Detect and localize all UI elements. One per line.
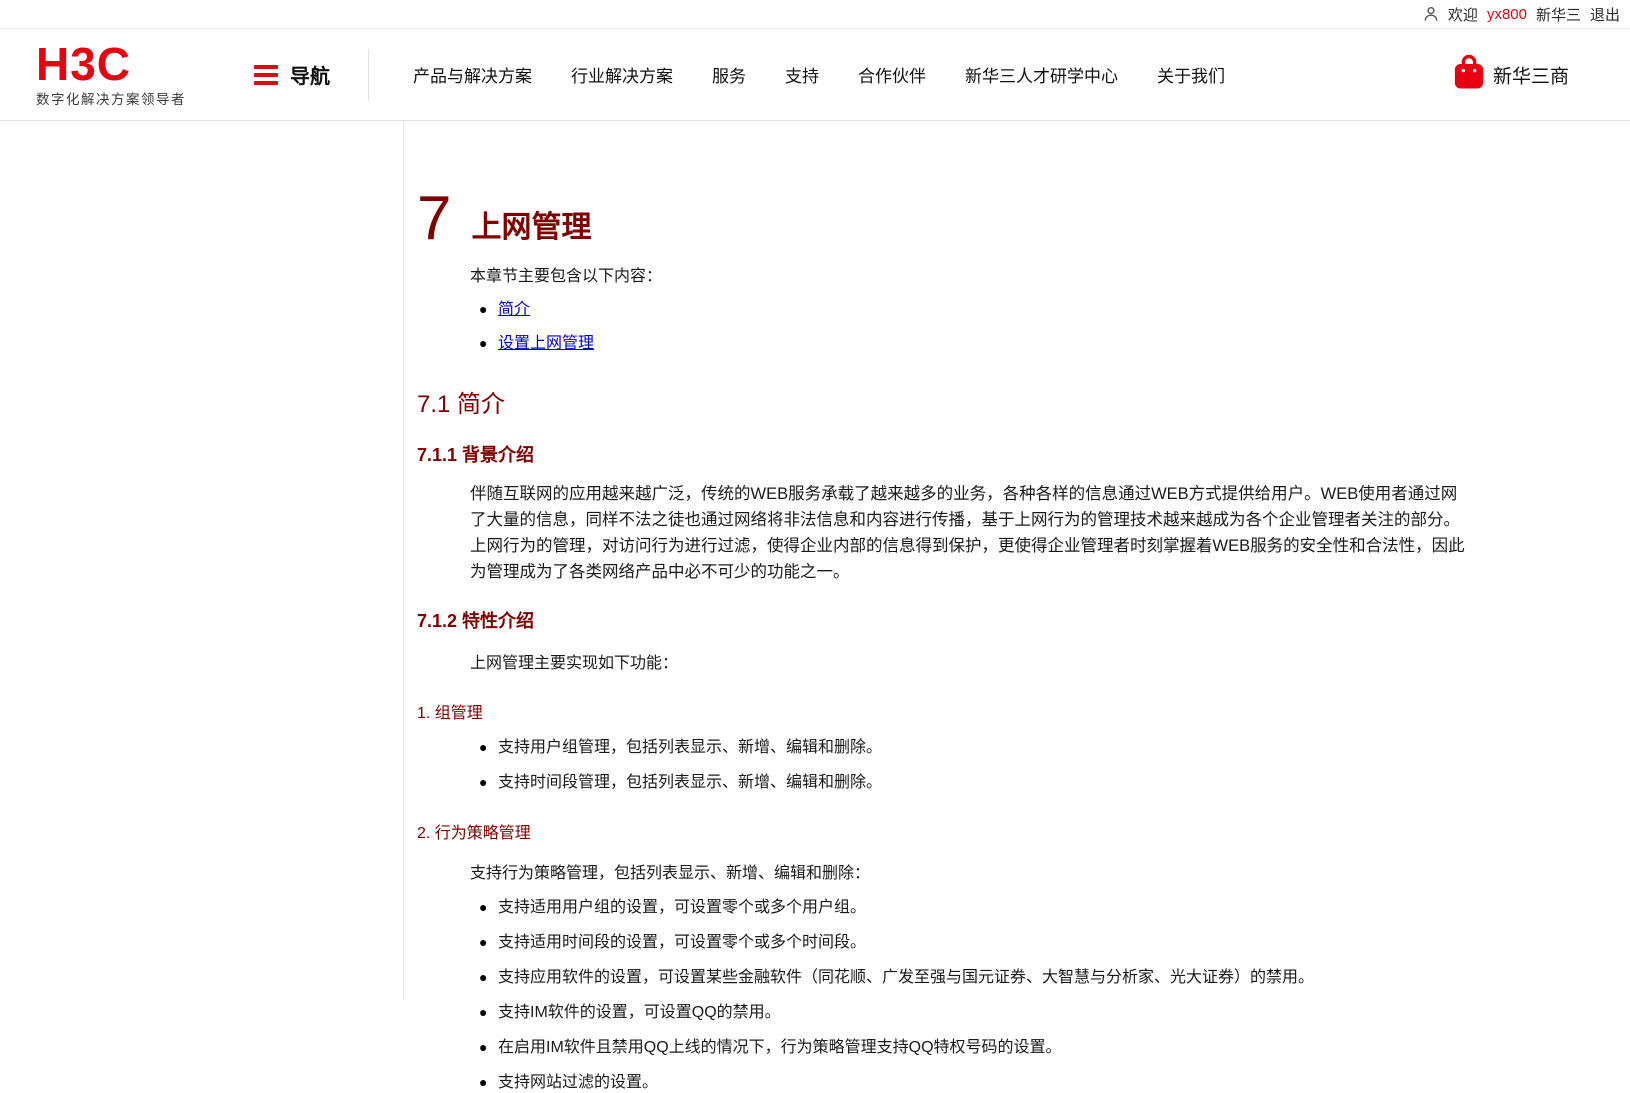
nav-item-products[interactable]: 产品与解决方案 <box>413 62 532 87</box>
store-button[interactable]: 新华三商 <box>1453 54 1569 95</box>
nav-item-industry[interactable]: 行业解决方案 <box>571 62 673 87</box>
list-item: ● 支持IM软件的设置，可设置QQ的禁用。 <box>470 1002 1630 1023</box>
topbar: 欢迎 yx800 新华三 退出 <box>0 0 1630 29</box>
header-divider <box>368 48 369 101</box>
nav-toggle-button[interactable]: 导航 <box>254 60 330 89</box>
list-item: ● 设置上网管理 <box>470 333 1630 354</box>
hamburger-icon <box>254 64 278 85</box>
policy-mgmt-heading: 2. 行为策略管理 <box>417 825 531 842</box>
chapter-number: 7 <box>417 184 452 253</box>
list-item-text: 支持应用软件的设置，可设置某些金融软件（同花顺、广发至强与国元证券、大智慧与分析… <box>498 969 1315 986</box>
list-item: ● 简介 <box>470 299 1630 320</box>
chapter-intro: 本章节主要包含以下内容： <box>470 268 663 285</box>
nav-item-talent-academy[interactable]: 新华三人才研学中心 <box>965 62 1118 87</box>
logo-tagline: 数字化解决方案领导者 <box>36 91 186 107</box>
paragraph-line: 伴随互联网的应用越来越广泛，传统的WEB服务承载了越来越多的业务，各种各样的信息… <box>470 485 1458 503</box>
chapter-title: 上网管理 <box>471 211 592 244</box>
section-7-1-1-heading: 7.1.1 背景介绍 <box>417 445 535 465</box>
nav-item-partners[interactable]: 合作伙伴 <box>858 62 926 87</box>
nav-item-about[interactable]: 关于我们 <box>1157 62 1225 87</box>
bullet-icon: ● <box>479 1074 488 1090</box>
bullet-icon: ● <box>479 899 488 915</box>
list-item: ● 支持用户组管理，包括列表显示、新增、编辑和删除。 <box>470 737 1630 758</box>
list-item-text: 支持适用时间段的设置，可设置零个或多个时间段。 <box>498 934 867 951</box>
nav-item-services[interactable]: 服务 <box>712 62 746 87</box>
doc-sidebar <box>0 121 404 999</box>
section-7-1-heading: 7.1 简介 <box>417 391 506 418</box>
header: H3C 数字化解决方案领导者 导航 产品与解决方案 行业解决方案 服务 支持 合… <box>0 29 1630 121</box>
doc-content: 7 上网管理 本章节主要包含以下内容： ● 简介 ● 设置上网管理 7.1 简介… <box>404 121 1630 1092</box>
h3c-logo[interactable]: H3C 数字化解决方案领导者 <box>36 37 186 108</box>
list-item-text: 支持时间段管理，包括列表显示、新增、编辑和删除。 <box>498 774 883 791</box>
group-mgmt-heading: 1. 组管理 <box>417 705 483 722</box>
list-item: ● 支持应用软件的设置，可设置某些金融软件（同花顺、广发至强与国元证券、大智慧与… <box>470 967 1630 988</box>
list-item-text: 支持网站过滤的设置。 <box>498 1074 659 1091</box>
bullet-icon: ● <box>479 969 488 985</box>
logout-link[interactable]: 退出 <box>1590 4 1620 25</box>
section-7-1-2-heading: 7.1.2 特性介绍 <box>417 611 535 631</box>
toc-link-settings[interactable]: 设置上网管理 <box>498 333 594 354</box>
bullet-icon: ● <box>479 774 488 790</box>
bullet-icon: ● <box>479 335 488 351</box>
shopping-bag-icon <box>1453 54 1485 95</box>
username: yx800 <box>1486 5 1527 23</box>
list-item: ● 支持适用时间段的设置，可设置零个或多个时间段。 <box>470 932 1630 953</box>
main-area: 7 上网管理 本章节主要包含以下内容： ● 简介 ● 设置上网管理 7.1 简介… <box>0 121 1630 1092</box>
group-mgmt-list: ● 支持用户组管理，包括列表显示、新增、编辑和删除。 ● 支持时间段管理，包括列… <box>470 737 1630 793</box>
chapter-heading: 7 上网管理 <box>417 184 1630 253</box>
bullet-icon: ● <box>479 1039 488 1055</box>
list-item-text: 支持用户组管理，包括列表显示、新增、编辑和删除。 <box>498 739 883 756</box>
list-item: ● 支持适用用户组的设置，可设置零个或多个用户组。 <box>470 897 1630 918</box>
bullet-icon: ● <box>479 301 488 317</box>
paragraph-line: 上网行为的管理，对访问行为进行过滤，使得企业内部的信息得到保护，更使得企业管理者… <box>470 537 1465 555</box>
main-nav: 产品与解决方案 行业解决方案 服务 支持 合作伙伴 新华三人才研学中心 关于我们 <box>413 62 1225 87</box>
welcome-label: 欢迎 <box>1447 6 1478 24</box>
features-intro: 上网管理主要实现如下功能： <box>470 655 679 672</box>
bullet-icon: ● <box>479 934 488 950</box>
list-item-text: 支持适用用户组的设置，可设置零个或多个用户组。 <box>498 899 867 916</box>
toc-link-intro[interactable]: 简介 <box>498 299 530 320</box>
paragraph-line: 为管理成为了各类网络产品中必不可少的功能之一。 <box>470 563 850 581</box>
company-link[interactable]: 新华三 <box>1536 4 1581 25</box>
list-item: ● 在启用IM软件且禁用QQ上线的情况下，行为策略管理支持QQ特权号码的设置。 <box>470 1037 1630 1058</box>
bullet-icon: ● <box>479 1004 488 1020</box>
policy-mgmt-intro: 支持行为策略管理，包括列表显示、新增、编辑和删除： <box>470 865 871 882</box>
policy-mgmt-list: ● 支持适用用户组的设置，可设置零个或多个用户组。 ● 支持适用时间段的设置，可… <box>470 897 1630 1093</box>
paragraph-line: 了大量的信息，同样不法之徒也通过网络将非法信息和内容进行传播，基于上网行为的管理… <box>470 511 1460 529</box>
h3c-logo-word: H3C <box>36 37 132 90</box>
list-item-text: 支持IM软件的设置，可设置QQ的禁用。 <box>498 1004 781 1021</box>
nav-toggle-label: 导航 <box>290 66 330 88</box>
user-icon <box>1423 6 1439 22</box>
list-item-text: 在启用IM软件且禁用QQ上线的情况下，行为策略管理支持QQ特权号码的设置。 <box>498 1039 1062 1056</box>
store-label: 新华三商 <box>1493 66 1570 87</box>
background-paragraph: 伴随互联网的应用越来越广泛，传统的WEB服务承载了越来越多的业务，各种各样的信息… <box>470 481 1630 585</box>
list-item: ● 支持网站过滤的设置。 <box>470 1072 1630 1093</box>
list-item: ● 支持时间段管理，包括列表显示、新增、编辑和删除。 <box>470 772 1630 793</box>
chapter-toc: ● 简介 ● 设置上网管理 <box>470 299 1630 354</box>
bullet-icon: ● <box>479 739 488 755</box>
nav-item-support[interactable]: 支持 <box>785 62 819 87</box>
